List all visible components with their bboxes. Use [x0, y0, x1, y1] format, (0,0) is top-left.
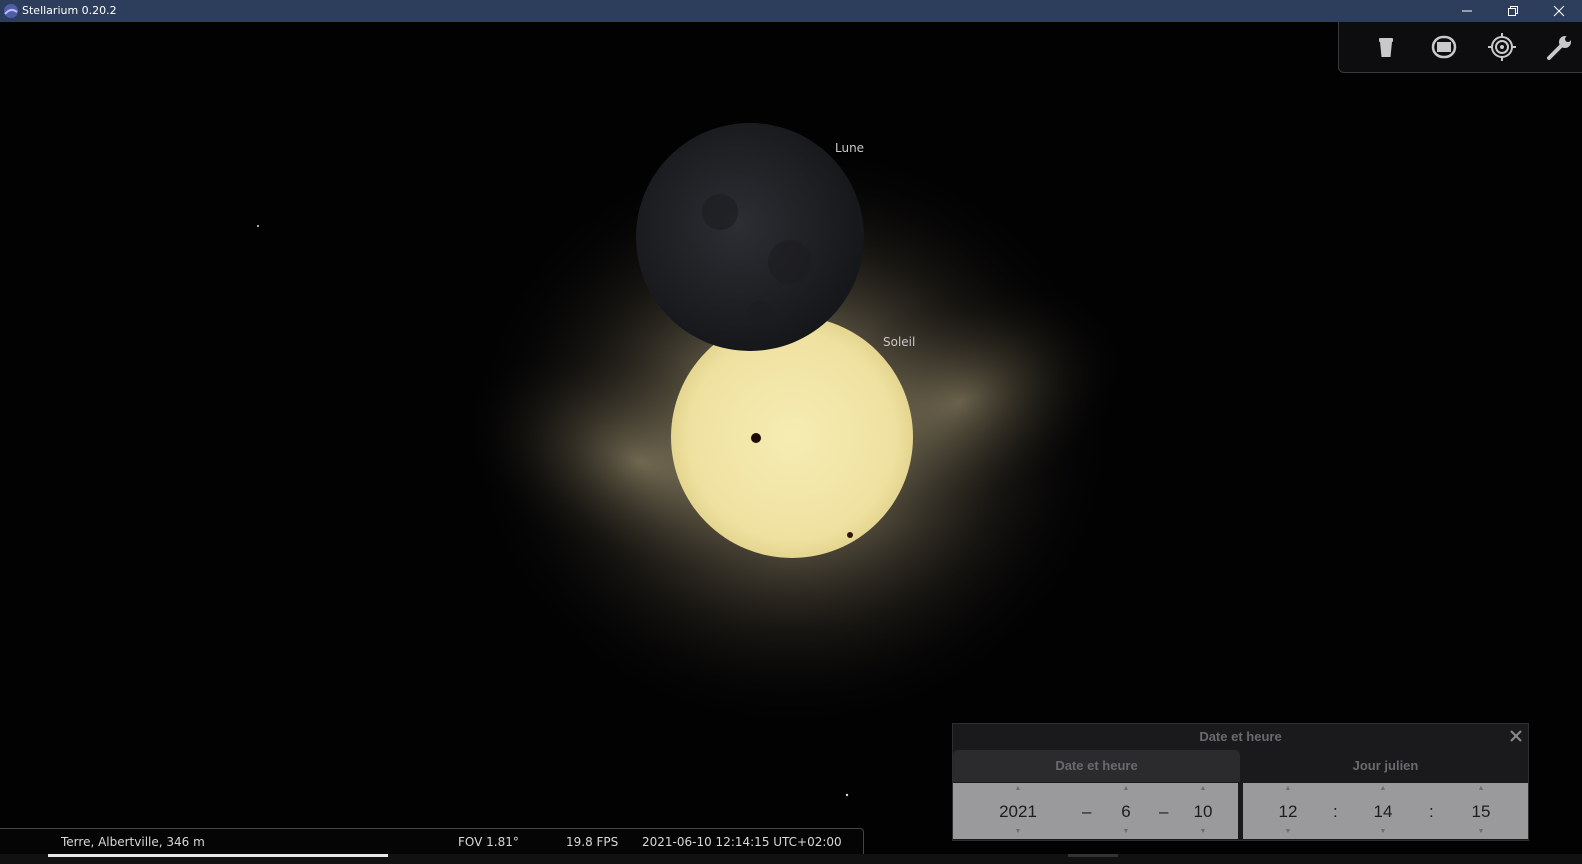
day-spinbox[interactable]: ▲ 10 ▼: [1183, 783, 1223, 839]
month-value[interactable]: 6: [1106, 802, 1146, 822]
bottom-bar-handle[interactable]: [48, 854, 388, 857]
close-icon: [1510, 730, 1522, 742]
date-separator: –: [1082, 802, 1092, 821]
close-icon: [1553, 5, 1565, 17]
spin-up-icon[interactable]: ▲: [983, 785, 1053, 792]
bottom-bar-strip: [0, 854, 1582, 864]
time-panel: ▲ 12 ▼ : ▲ 14 ▼ : ▲ 15 ▼: [1243, 783, 1528, 839]
moon-crater: [702, 194, 738, 230]
spin-down-icon[interactable]: ▼: [983, 828, 1053, 835]
time-separator: :: [1333, 802, 1338, 821]
trash-icon: [1379, 38, 1393, 57]
moon-label[interactable]: Lune: [835, 141, 864, 155]
sunspot: [751, 433, 761, 443]
minimize-icon: [1462, 10, 1472, 12]
tab-julian-day[interactable]: Jour julien: [1243, 750, 1528, 782]
month-spinbox[interactable]: ▲ 6 ▼: [1106, 783, 1146, 839]
datetime-dialog: Date et heure Date et heure Jour julien …: [952, 723, 1529, 841]
year-value[interactable]: 2021: [983, 802, 1053, 822]
stellarium-app-icon: [4, 4, 18, 18]
close-window-button[interactable]: [1536, 0, 1582, 22]
fov-text: FOV 1.81°: [458, 835, 519, 849]
target-button[interactable]: [1485, 30, 1519, 64]
window-title: Stellarium 0.20.2: [22, 4, 117, 17]
spin-up-icon[interactable]: ▲: [1183, 785, 1223, 792]
sunspot: [847, 532, 853, 538]
title-bar: Stellarium 0.20.2: [0, 0, 1582, 22]
date-separator: –: [1159, 802, 1169, 821]
year-spinbox[interactable]: ▲ 2021 ▼: [983, 783, 1053, 839]
spin-down-icon[interactable]: ▼: [1461, 828, 1501, 835]
moon-crater: [768, 240, 812, 284]
moon-crater: [748, 300, 772, 324]
second-spinbox[interactable]: ▲ 15 ▼: [1461, 783, 1501, 839]
settings-button[interactable]: [1543, 30, 1582, 64]
location-text: Terre, Albertville, 346 m: [61, 835, 205, 849]
spin-down-icon[interactable]: ▼: [1183, 828, 1223, 835]
star[interactable]: [845, 793, 849, 797]
minute-spinbox[interactable]: ▲ 14 ▼: [1363, 783, 1403, 839]
datetime-text: 2021-06-10 12:14:15 UTC+02:00: [642, 835, 842, 849]
sun-label[interactable]: Soleil: [883, 335, 915, 349]
star[interactable]: [257, 225, 259, 227]
dialog-close-button[interactable]: [1508, 728, 1524, 744]
hour-spinbox[interactable]: ▲ 12 ▼: [1268, 783, 1308, 839]
second-value[interactable]: 15: [1461, 802, 1501, 822]
minute-value[interactable]: 14: [1363, 802, 1403, 822]
wrench-icon: [1547, 36, 1571, 60]
restore-icon: [1508, 6, 1518, 16]
bottom-bar-handle[interactable]: [1068, 854, 1118, 857]
fps-text: 19.8 FPS: [566, 835, 619, 849]
dialog-title: Date et heure: [1199, 729, 1282, 744]
spin-down-icon[interactable]: ▼: [1268, 828, 1308, 835]
spin-down-icon[interactable]: ▼: [1106, 828, 1146, 835]
spin-up-icon[interactable]: ▲: [1461, 785, 1501, 792]
hour-value[interactable]: 12: [1268, 802, 1308, 822]
spin-up-icon[interactable]: ▲: [1363, 785, 1403, 792]
tab-date-time[interactable]: Date et heure: [953, 750, 1240, 782]
restore-button[interactable]: [1490, 0, 1536, 22]
day-value[interactable]: 10: [1183, 802, 1223, 822]
status-bar: Terre, Albertville, 346 m FOV 1.81° 19.8…: [0, 828, 864, 856]
top-toolbar: [1338, 22, 1582, 73]
trash-button[interactable]: [1369, 30, 1403, 64]
spin-up-icon[interactable]: ▲: [1268, 785, 1308, 792]
screen-button[interactable]: [1427, 30, 1461, 64]
sun-disc[interactable]: [671, 316, 913, 558]
time-separator: :: [1429, 802, 1434, 821]
spin-up-icon[interactable]: ▲: [1106, 785, 1146, 792]
screen-icon: [1431, 35, 1457, 59]
date-panel: ▲ 2021 ▼ – ▲ 6 ▼ – ▲ 10 ▼: [953, 783, 1238, 839]
spin-down-icon[interactable]: ▼: [1363, 828, 1403, 835]
minimize-button[interactable]: [1444, 0, 1490, 22]
target-icon: [1488, 33, 1516, 61]
